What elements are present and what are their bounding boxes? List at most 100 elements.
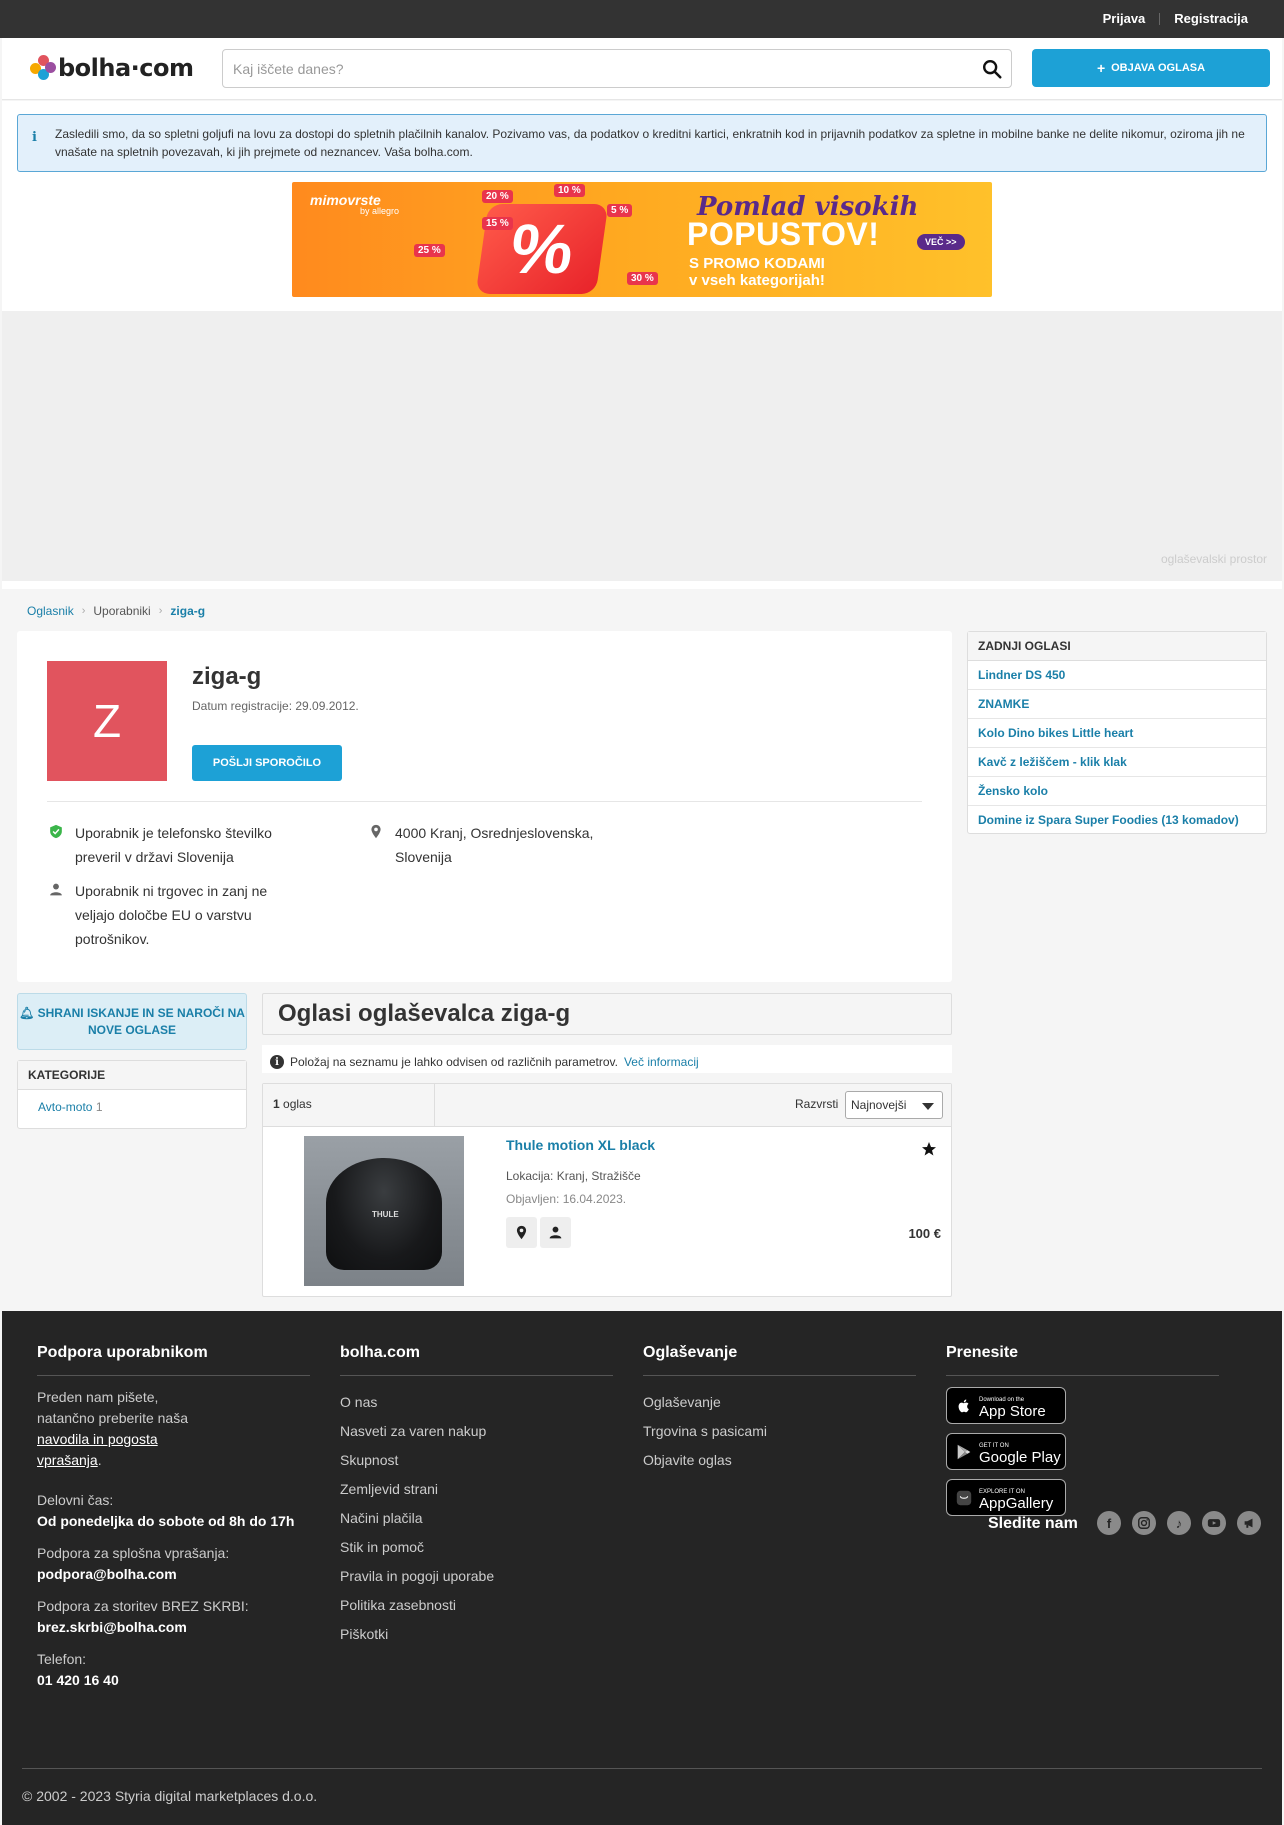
ad-space-label: oglaševalski prostor xyxy=(1160,552,1267,566)
username: ziga-g xyxy=(192,663,262,690)
post-ad-button[interactable]: + OBJAVA OGLASA xyxy=(1032,49,1270,87)
shield-check-icon xyxy=(50,824,62,839)
top-bar: Prijava Registracija xyxy=(0,0,1284,38)
ad-space: oglaševalski prostor xyxy=(2,311,1282,581)
discount-chip: 30 % xyxy=(627,272,658,285)
results-toolbar: 1 oglas Razvrsti Najnovejši xyxy=(263,1084,951,1127)
send-message-button[interactable]: POŠLJI SPOROČILO xyxy=(192,745,342,781)
register-link[interactable]: Registracija xyxy=(1160,11,1262,26)
search-input[interactable] xyxy=(223,50,923,87)
footer-link[interactable]: Nasveti za varen nakup xyxy=(340,1423,613,1439)
working-hours: Delovni čas: Od ponedeljka do sobote od … xyxy=(37,1492,295,1529)
sort-select[interactable]: Najnovejši xyxy=(845,1091,943,1119)
app-store-badge[interactable]: Download on the App Store xyxy=(946,1387,1066,1424)
footer-link[interactable]: O nas xyxy=(340,1394,613,1410)
megaphone-icon[interactable] xyxy=(1237,1511,1261,1535)
footer-link[interactable]: Pravila in pogoji uporabe xyxy=(340,1568,613,1584)
tiktok-icon[interactable]: ♪ xyxy=(1167,1511,1191,1535)
plus-icon: + xyxy=(1096,60,1106,76)
banner-brand: mimovrste by allegro xyxy=(310,192,400,216)
avatar: Z xyxy=(47,661,167,781)
discount-chip: 5 % xyxy=(607,204,633,217)
divider xyxy=(47,801,922,802)
banner-subheadline: S PROMO KODAMI v vseh kategorijah! xyxy=(689,255,825,289)
logo[interactable]: bolha·com xyxy=(28,54,194,82)
recent-ad-link[interactable]: Žensko kolo xyxy=(968,777,1266,806)
breadcrumb-oglasnik[interactable]: Oglasnik xyxy=(27,604,74,618)
ad-published-date: Objavljen: 16.04.2023. xyxy=(506,1192,627,1206)
ad-price: 100 € xyxy=(908,1226,941,1241)
location-fact: 4000 Kranj, Osrednjeslovenska, Slovenija xyxy=(367,821,607,869)
spacer xyxy=(2,581,1282,589)
position-note: i Položaj na seznamu je lahko odvisen od… xyxy=(262,1045,952,1073)
copyright: © 2002 - 2023 Styria digital marketplace… xyxy=(22,1788,318,1804)
support-email[interactable]: podpora@bolha.com xyxy=(37,1566,177,1582)
search-icon[interactable] xyxy=(981,58,1003,80)
apple-icon xyxy=(958,1399,969,1412)
discount-chip: 15 % xyxy=(482,217,513,230)
footer-link[interactable]: Politika zasebnosti xyxy=(340,1597,613,1613)
footer-heading: Prenesite xyxy=(946,1344,1219,1376)
promo-banner[interactable]: mimovrste by allegro % 20 % 10 % 5 % 15 … xyxy=(292,182,992,297)
sort-label: Razvrsti xyxy=(795,1097,839,1111)
footer-heading: Oglaševanje xyxy=(643,1344,916,1376)
discount-chip: 25 % xyxy=(414,244,445,257)
star-icon[interactable] xyxy=(921,1141,937,1157)
login-link[interactable]: Prijava xyxy=(1089,11,1160,26)
facebook-icon[interactable]: f xyxy=(1097,1511,1121,1535)
instagram-icon[interactable] xyxy=(1132,1511,1156,1535)
banner-more-button[interactable]: VEČ >> xyxy=(917,234,965,250)
footer-link[interactable]: Načini plačila xyxy=(340,1510,613,1526)
footer-link[interactable]: Piškotki xyxy=(340,1626,613,1642)
discount-chip: 20 % xyxy=(482,190,513,203)
footer-link[interactable]: Trgovina s pasicami xyxy=(643,1423,916,1439)
chevron-right-icon: › xyxy=(158,605,163,617)
recent-ad-link[interactable]: Kolo Dino bikes Little heart xyxy=(968,719,1266,748)
security-notice: i Zasledili smo, da so spletni goljufi n… xyxy=(17,114,1267,172)
verified-fact: Uporabnik je telefonsko številko preveri… xyxy=(47,821,277,869)
recent-ad-link[interactable]: ZNAMKE xyxy=(968,690,1266,719)
seller-button[interactable] xyxy=(540,1217,571,1248)
category-item[interactable]: Avto-moto 1 xyxy=(18,1090,246,1124)
result-count: 1 oglas xyxy=(263,1084,435,1126)
footer-link[interactable]: Objavite oglas xyxy=(643,1452,916,1468)
recent-ad-link[interactable]: Lindner DS 450 xyxy=(968,661,1266,690)
save-search-button[interactable]: 🔔︎ SHRANI ISKANJE IN SE NAROČI NA NOVE O… xyxy=(17,993,247,1050)
footer-link[interactable]: Zemljevid strani xyxy=(340,1481,613,1497)
youtube-icon[interactable] xyxy=(1202,1511,1226,1535)
faq-link[interactable]: navodila in pogosta xyxy=(37,1431,158,1447)
ad-thumbnail[interactable]: THULE xyxy=(304,1136,464,1286)
map-pin-button[interactable] xyxy=(506,1217,537,1248)
faq-link[interactable]: vprašanja xyxy=(37,1452,98,1468)
listing-title: Oglasi oglaševalca ziga-g xyxy=(262,993,952,1035)
google-play-badge[interactable]: GET IT ON Google Play xyxy=(946,1433,1066,1470)
categories-title: KATEGORIJE xyxy=(18,1061,246,1090)
recent-ads-panel: ZADNJI OGLASI Lindner DS 450 ZNAMKE Kolo… xyxy=(967,631,1267,834)
app-gallery-badge[interactable]: EXPLORE IT ON AppGallery xyxy=(946,1479,1066,1516)
profile-card: Z ziga-g Datum registracije: 29.09.2012.… xyxy=(17,631,952,982)
brez-skrbi-email[interactable]: brez.skrbi@bolha.com xyxy=(37,1619,187,1635)
phone-support: Telefon: 01 420 16 40 xyxy=(37,1651,119,1688)
recent-ad-link[interactable]: Domine iz Spara Super Foodies (13 komado… xyxy=(968,806,1266,835)
breadcrumb-current: ziga-g xyxy=(170,604,206,618)
logo-text: bolha·com xyxy=(58,54,194,82)
user-icon xyxy=(50,883,62,896)
more-info-link[interactable]: Več informacij xyxy=(624,1055,699,1069)
bell-icon: 🔔︎ xyxy=(19,1006,35,1020)
footer-link[interactable]: Stik in pomoč xyxy=(340,1539,613,1555)
recent-ad-link[interactable]: Kavč z ležiščem - klik klak xyxy=(968,748,1266,777)
divider xyxy=(22,1768,1262,1769)
recent-ads-title: ZADNJI OGLASI xyxy=(968,632,1266,661)
user-icon xyxy=(549,1226,562,1239)
trader-fact: Uporabnik ni trgovec in zanj ne veljajo … xyxy=(47,879,277,951)
footer-link[interactable]: Oglaševanje xyxy=(643,1394,916,1410)
profile-facts-right: 4000 Kranj, Osrednjeslovenska, Slovenija xyxy=(367,821,607,879)
info-icon: i xyxy=(270,1055,284,1069)
footer-link[interactable]: Skupnost xyxy=(340,1452,613,1468)
footer-support: Podpora uporabnikom Preden nam pišete, n… xyxy=(37,1344,310,1691)
ad-title-link[interactable]: Thule motion XL black xyxy=(506,1137,655,1153)
footer-bolha: bolha.com O nas Nasveti za varen nakup S… xyxy=(340,1344,613,1642)
breadcrumb-uporabniki[interactable]: Uporabniki xyxy=(93,604,150,618)
ad-actions xyxy=(506,1217,571,1248)
location-pin-icon xyxy=(371,824,381,839)
